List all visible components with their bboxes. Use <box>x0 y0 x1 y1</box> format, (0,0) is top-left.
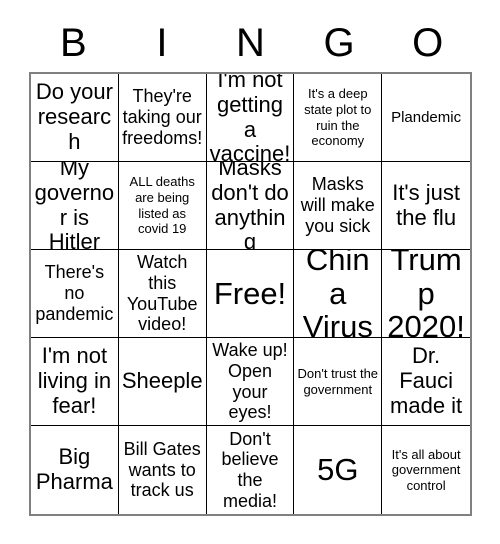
bingo-cell-r3c2[interactable]: Watch this YouTube video! <box>118 250 207 338</box>
bingo-cell-label: Masks will make you sick <box>300 174 375 236</box>
bingo-cell-r3c3[interactable]: Free! <box>206 250 295 338</box>
bingo-cell-label: It's just the flu <box>392 179 460 230</box>
bingo-cell-r1c3[interactable]: I'm not getting a vaccine! <box>206 74 295 162</box>
bingo-cell-label: Plandemic <box>391 108 462 126</box>
bingo-cell-r1c1[interactable]: Do your research <box>31 74 119 162</box>
bingo-header: B I N G O <box>29 18 472 68</box>
bingo-cell-label: They're taking our freedoms! <box>122 86 203 148</box>
bingo-cell-r1c4[interactable]: It's a deep state plot to ruin the econo… <box>294 74 383 162</box>
bingo-header-letter-b: B <box>59 21 87 65</box>
bingo-cell-label: Trump 2020! <box>387 250 465 338</box>
bingo-cell-r4c2[interactable]: Sheeple <box>118 338 207 426</box>
bingo-cell-r3c4[interactable]: China Virus <box>294 250 383 338</box>
bingo-header-letter-o: O <box>412 21 444 65</box>
bingo-cell-label: Bill Gates wants to track us <box>123 438 201 501</box>
bingo-cell-label: Dr. Fauci made it <box>390 343 463 418</box>
bingo-cell-r2c1[interactable]: My governor is Hitler <box>31 162 119 250</box>
bingo-cell-label: Watch this YouTube video! <box>126 252 198 335</box>
bingo-cell-label: My governor is Hitler <box>34 162 115 250</box>
bingo-cell-label: Wake up! Open your eyes! <box>212 340 288 423</box>
bingo-cell-label: Don't believe the media! <box>221 428 279 511</box>
bingo-cell-label: It's all about government control <box>391 446 461 493</box>
bingo-cell-label: Do your research <box>35 79 113 154</box>
bingo-cell-r5c2[interactable]: Bill Gates wants to track us <box>118 426 207 514</box>
bingo-cell-label: Masks don't do anything <box>211 162 289 250</box>
bingo-cell-label: China Virus <box>302 250 373 338</box>
bingo-cell-label: 5G <box>317 452 359 488</box>
bingo-header-letter-n: N <box>236 21 265 65</box>
bingo-header-letter-g: G <box>323 21 355 65</box>
bingo-header-letter-i: I <box>156 21 168 65</box>
bingo-cell-r2c5[interactable]: It's just the flu <box>382 162 470 250</box>
bingo-cell-r4c1[interactable]: I'm not living in fear! <box>31 338 119 426</box>
bingo-cell-label: Don't trust the government <box>297 365 379 397</box>
bingo-cell-r4c5[interactable]: Dr. Fauci made it <box>382 338 470 426</box>
bingo-cell-label: I'm not living in fear! <box>37 343 112 418</box>
bingo-cell-r1c2[interactable]: They're taking our freedoms! <box>118 74 207 162</box>
bingo-card: B I N G O Do your research They're taking… <box>0 0 500 544</box>
bingo-cell-r5c4[interactable]: 5G <box>294 426 383 514</box>
bingo-cell-label: Sheeple <box>121 368 203 394</box>
bingo-cell-r4c3[interactable]: Wake up! Open your eyes! <box>206 338 295 426</box>
bingo-cell-label: I'm not getting a vaccine! <box>209 74 291 162</box>
bingo-cell-r5c3[interactable]: Don't believe the media! <box>206 426 295 514</box>
bingo-cell-r1c5[interactable]: Plandemic <box>382 74 470 162</box>
bingo-cell-r3c1[interactable]: There's no pandemic <box>31 250 119 338</box>
bingo-cell-label: ALL deaths are being listed as covid 19 <box>129 174 195 237</box>
bingo-cell-label: There's no pandemic <box>35 262 114 324</box>
bingo-cell-label: Free! <box>213 275 287 311</box>
bingo-grid: Do your research They're taking our freed… <box>29 72 472 516</box>
bingo-cell-label: It's a deep state plot to ruin the econo… <box>304 86 372 149</box>
bingo-cell-r5c1[interactable]: Big Pharma <box>31 426 119 514</box>
bingo-cell-r4c4[interactable]: Don't trust the government <box>294 338 383 426</box>
bingo-cell-label: Big Pharma <box>35 444 113 494</box>
bingo-cell-r2c4[interactable]: Masks will make you sick <box>294 162 383 250</box>
bingo-cell-r2c3[interactable]: Masks don't do anything <box>206 162 295 250</box>
bingo-cell-r3c5[interactable]: Trump 2020! <box>382 250 470 338</box>
bingo-cell-r5c5[interactable]: It's all about government control <box>382 426 470 514</box>
bingo-cell-r2c2[interactable]: ALL deaths are being listed as covid 19 <box>118 162 207 250</box>
